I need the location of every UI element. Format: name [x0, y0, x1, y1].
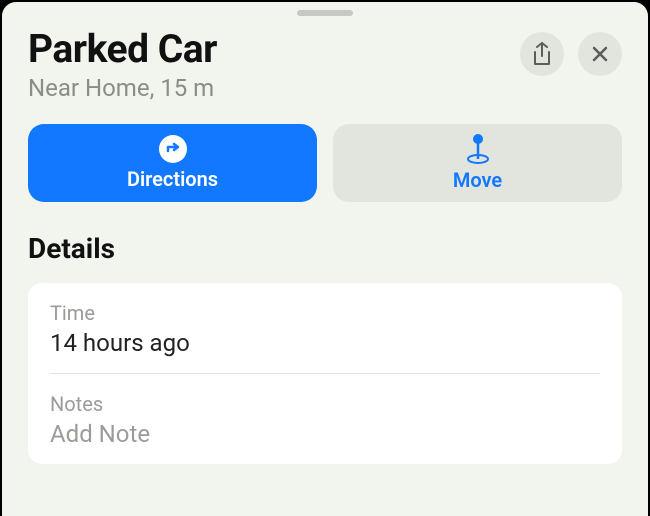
close-button[interactable]	[578, 32, 622, 76]
share-icon	[532, 42, 552, 66]
page-title: Parked Car	[28, 26, 520, 72]
header-actions	[520, 32, 622, 76]
notes-placeholder: Add Note	[50, 420, 600, 448]
time-row: Time 14 hours ago	[50, 283, 600, 373]
directions-button[interactable]: Directions	[28, 124, 317, 202]
title-block: Parked Car Near Home, 15 m	[28, 26, 520, 102]
button-row: Directions Move	[28, 124, 622, 202]
close-icon	[591, 45, 609, 63]
time-value: 14 hours ago	[50, 329, 600, 357]
page-subtitle: Near Home, 15 m	[28, 74, 520, 102]
directions-icon	[159, 135, 187, 163]
move-label: Move	[453, 168, 502, 192]
details-card: Time 14 hours ago Notes Add Note	[28, 283, 622, 464]
notes-label: Notes	[50, 392, 600, 416]
drag-handle[interactable]	[297, 10, 353, 16]
notes-row[interactable]: Notes Add Note	[50, 373, 600, 464]
move-button[interactable]: Move	[333, 124, 622, 202]
move-pin-icon	[465, 134, 491, 164]
details-section-title: Details	[28, 232, 622, 265]
header: Parked Car Near Home, 15 m	[28, 26, 622, 102]
share-button[interactable]	[520, 32, 564, 76]
time-label: Time	[50, 301, 600, 325]
sheet: Parked Car Near Home, 15 m	[2, 2, 648, 516]
directions-label: Directions	[127, 167, 218, 191]
